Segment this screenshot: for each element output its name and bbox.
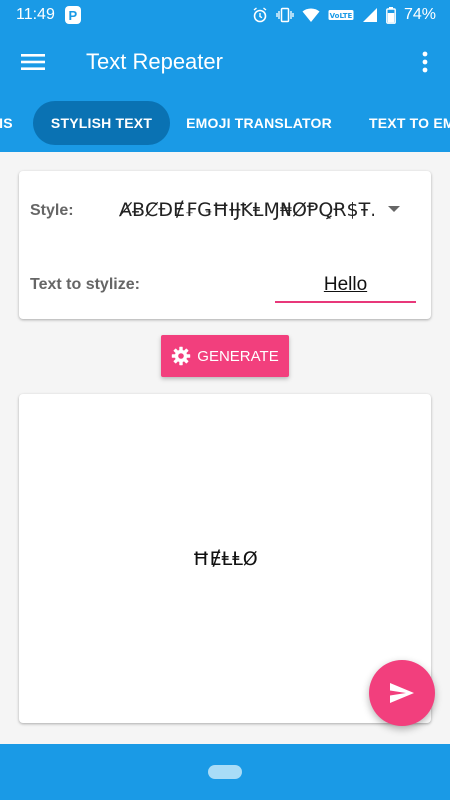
more-options-button[interactable] — [400, 30, 450, 94]
generate-label: GENERATE — [197, 347, 279, 365]
tab-text-to-emoji[interactable]: TEXT TO EM — [369, 101, 450, 145]
tab-bar: IS STYLISH TEXT EMOJI TRANSLATOR TEXT TO… — [0, 94, 450, 152]
dropdown-arrow-icon[interactable] — [388, 206, 400, 212]
output-text: ĦɆⱠⱠØ — [192, 548, 258, 570]
style-label: Style: — [30, 202, 74, 219]
style-input-card: Style: ȺɃȻĐɆ₣ǤĦƗɈꝀⱠⱮ₦ØⱣꝖɌ$Ŧ.. Text to st… — [19, 171, 431, 319]
send-icon — [390, 683, 414, 703]
tab-stylish-text[interactable]: STYLISH TEXT — [33, 101, 170, 145]
generate-button[interactable]: GENERATE — [161, 335, 289, 377]
hamburger-icon — [21, 54, 45, 70]
parking-notification-icon: P — [64, 6, 81, 24]
vibrate-icon — [276, 7, 294, 23]
svg-text:VoLTE: VoLTE — [330, 12, 353, 20]
battery-icon — [386, 6, 396, 24]
system-nav-bar — [0, 744, 450, 800]
text-to-stylize-input[interactable] — [275, 269, 416, 303]
tab-partial-left[interactable]: IS — [0, 101, 14, 145]
wifi-icon — [302, 8, 320, 22]
alarm-icon — [253, 7, 267, 23]
more-vert-icon — [422, 51, 428, 73]
send-fab[interactable] — [369, 660, 435, 726]
app-bar: Text Repeater — [0, 30, 450, 94]
tab-emoji-translator[interactable]: EMOJI TRANSLATOR — [185, 101, 333, 145]
style-dropdown[interactable]: ȺɃȻĐɆ₣ǤĦƗɈꝀⱠⱮ₦ØⱣꝖɌ$Ŧ.. — [119, 199, 374, 221]
home-gesture-pill[interactable] — [208, 765, 242, 779]
menu-button[interactable] — [0, 30, 66, 94]
gear-icon — [172, 346, 191, 366]
app-title: Text Repeater — [86, 49, 223, 74]
output-card: ĦɆⱠⱠØ — [19, 394, 431, 723]
status-bar: 11:49 P VoLTE 74% — [0, 0, 450, 30]
text-to-stylize-label: Text to stylize: — [30, 276, 140, 293]
battery-percent: 74% — [403, 6, 436, 23]
status-time: 11:49 — [16, 6, 55, 23]
signal-icon — [362, 8, 377, 22]
volte-icon: VoLTE — [328, 10, 354, 20]
